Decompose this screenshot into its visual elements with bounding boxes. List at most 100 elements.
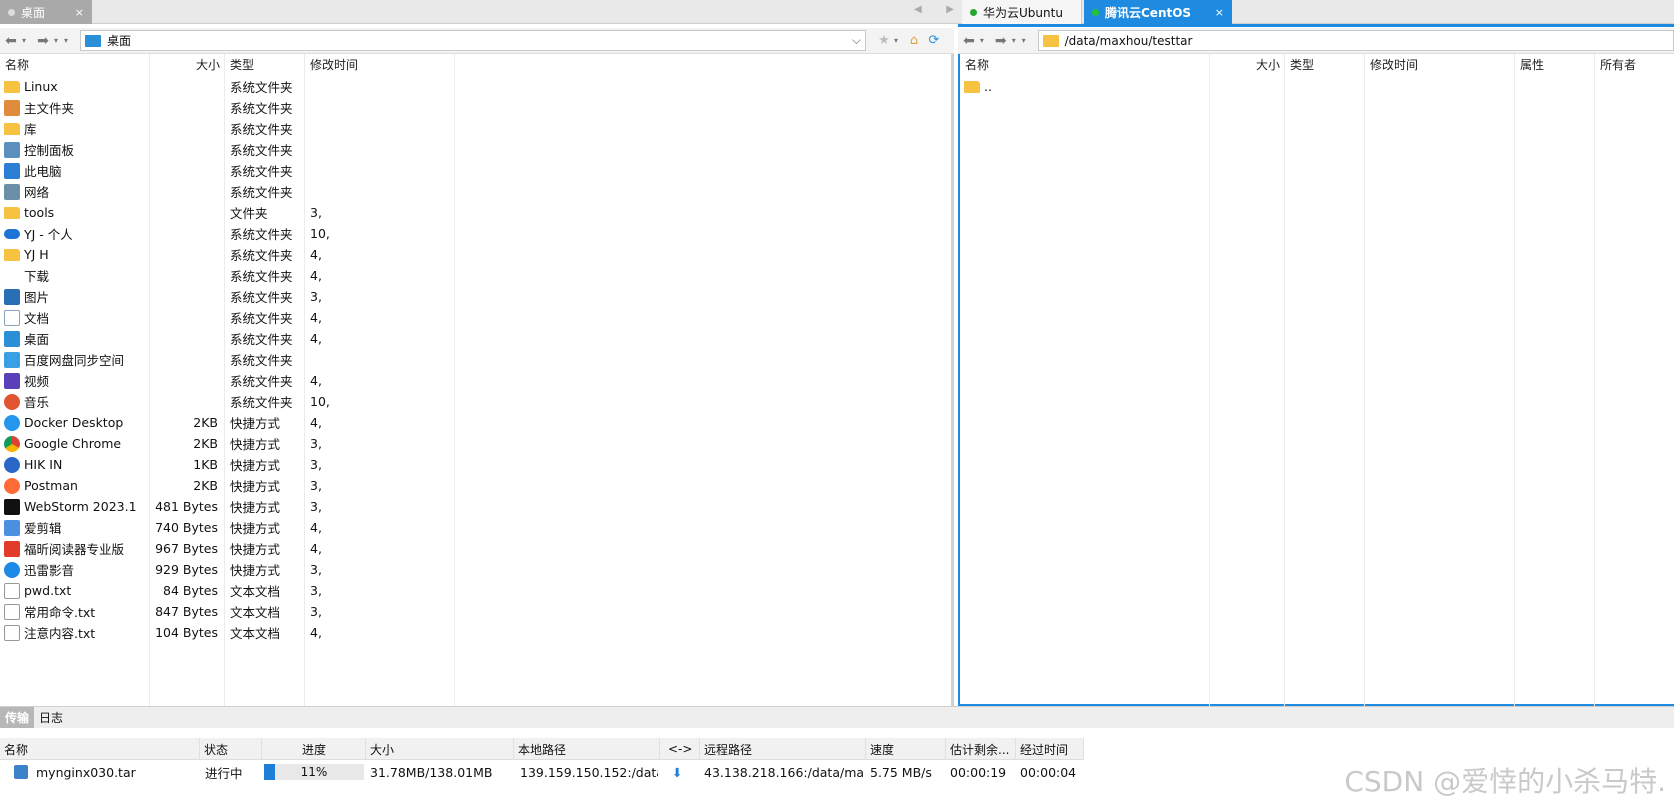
column-type[interactable]: 类型 bbox=[1285, 54, 1365, 74]
column-owner[interactable]: 所有者 bbox=[1595, 54, 1674, 74]
column-modified[interactable]: 修改时间 bbox=[305, 54, 455, 74]
column-size[interactable]: 大小 bbox=[1210, 54, 1285, 74]
file-modified: 3, bbox=[310, 583, 322, 598]
column-transfer-remote[interactable]: 远程路径 bbox=[700, 738, 866, 760]
list-item[interactable]: tools 文件夹 3, bbox=[0, 202, 940, 223]
forward-arrow-icon[interactable]: ➡ bbox=[990, 33, 1012, 49]
back-arrow-icon[interactable]: ⬅ bbox=[0, 33, 22, 49]
list-item[interactable]: WebStorm 2023.1 481 Bytes 快捷方式 3, bbox=[0, 496, 940, 517]
list-item[interactable]: Google Chrome 2KB 快捷方式 3, bbox=[0, 433, 940, 454]
column-divider bbox=[1364, 54, 1365, 706]
file-name-cell: 常用命令.txt bbox=[4, 602, 95, 621]
list-item[interactable]: HIK IN 1KB 快捷方式 3, bbox=[0, 454, 940, 475]
list-item[interactable]: pwd.txt 84 Bytes 文本文档 3, bbox=[0, 580, 940, 601]
column-name[interactable]: 名称 bbox=[960, 54, 1210, 74]
local-path-field[interactable]: 桌面 ⌵ bbox=[80, 30, 866, 51]
list-item[interactable]: 控制面板 系统文件夹 bbox=[0, 139, 940, 160]
desktop-folder-icon bbox=[85, 34, 101, 47]
list-item[interactable]: 主文件夹 系统文件夹 bbox=[0, 97, 940, 118]
list-item-parent-dir[interactable]: .. bbox=[960, 76, 1660, 97]
list-item[interactable]: YJ - 个人 系统文件夹 10, bbox=[0, 223, 940, 244]
down-icon bbox=[4, 268, 20, 284]
bookmark-star-icon[interactable]: ★ bbox=[874, 33, 894, 48]
list-item[interactable]: 爱剪辑 740 Bytes 快捷方式 4, bbox=[0, 517, 940, 538]
column-attributes[interactable]: 属性 bbox=[1515, 54, 1595, 74]
file-modified: 4, bbox=[310, 541, 322, 556]
list-item[interactable]: 迅雷影音 929 Bytes 快捷方式 3, bbox=[0, 559, 940, 580]
history-dropdown-icon[interactable]: ▾ bbox=[54, 36, 64, 45]
history-dropdown-icon[interactable]: ▾ bbox=[1012, 36, 1022, 45]
column-transfer-elapsed[interactable]: 经过时间 bbox=[1016, 738, 1084, 760]
history-dropdown-icon[interactable]: ▾ bbox=[22, 36, 32, 45]
column-transfer-status[interactable]: 状态 bbox=[200, 738, 262, 760]
hik-icon bbox=[4, 456, 20, 473]
column-transfer-size[interactable]: 大小 bbox=[366, 738, 514, 760]
file-name: HIK IN bbox=[24, 457, 63, 472]
column-size[interactable]: 大小 bbox=[150, 54, 225, 74]
refresh-icon[interactable]: ⟳ bbox=[924, 33, 944, 48]
list-item[interactable]: Postman 2KB 快捷方式 3, bbox=[0, 475, 940, 496]
file-name: Linux bbox=[24, 79, 58, 94]
list-item[interactable]: 此电脑 系统文件夹 bbox=[0, 160, 940, 181]
home-icon[interactable]: ⌂ bbox=[904, 33, 924, 48]
remote-path-field[interactable]: /data/maxhou/testtar bbox=[1037, 30, 1674, 51]
list-item[interactable]: 音乐 系统文件夹 10, bbox=[0, 391, 940, 412]
column-transfer-direction[interactable]: <-> bbox=[660, 738, 700, 760]
column-transfer-local[interactable]: 本地路径 bbox=[514, 738, 660, 760]
list-item[interactable]: 百度网盘同步空间 系统文件夹 bbox=[0, 349, 940, 370]
up-dropdown-icon[interactable]: ▾ bbox=[64, 36, 74, 45]
file-name-cell: 控制面板 bbox=[4, 140, 74, 159]
up-dropdown-icon[interactable]: ▾ bbox=[1022, 36, 1032, 45]
file-modified: 10, bbox=[310, 226, 330, 241]
forward-arrow-icon[interactable]: ➡ bbox=[32, 33, 54, 49]
column-type[interactable]: 类型 bbox=[225, 54, 305, 74]
file-modified: 4, bbox=[310, 373, 322, 388]
file-size: 740 Bytes bbox=[155, 520, 218, 535]
list-item[interactable]: 网络 系统文件夹 bbox=[0, 181, 940, 202]
list-item[interactable]: YJ H 系统文件夹 4, bbox=[0, 244, 940, 265]
file-name-cell: Postman bbox=[4, 477, 78, 494]
chevron-down-icon[interactable]: ⌵ bbox=[852, 33, 861, 48]
column-transfer-eta[interactable]: 估计剩余... bbox=[946, 738, 1016, 760]
list-item[interactable]: 图片 系统文件夹 3, bbox=[0, 286, 940, 307]
tab-status-dot bbox=[8, 8, 15, 16]
tab-huawei-ubuntu[interactable]: 华为云Ubuntu bbox=[962, 0, 1082, 24]
close-icon[interactable]: × bbox=[75, 6, 84, 19]
list-item[interactable]: 视频 系统文件夹 4, bbox=[0, 370, 940, 391]
list-item[interactable]: 常用命令.txt 847 Bytes 文本文档 3, bbox=[0, 601, 940, 622]
list-item[interactable]: 注意内容.txt 104 Bytes 文本文档 4, bbox=[0, 622, 940, 643]
file-type: 文件夹 bbox=[230, 206, 268, 221]
list-item[interactable]: 文档 系统文件夹 4, bbox=[0, 307, 940, 328]
tab-log[interactable]: 日志 bbox=[34, 707, 68, 728]
column-modified[interactable]: 修改时间 bbox=[1365, 54, 1515, 74]
back-arrow-icon[interactable]: ⬅ bbox=[958, 33, 980, 49]
list-item[interactable]: 库 系统文件夹 bbox=[0, 118, 940, 139]
file-type: 系统文件夹 bbox=[230, 143, 293, 158]
list-item[interactable]: Linux 系统文件夹 bbox=[0, 76, 940, 97]
file-type: 快捷方式 bbox=[230, 437, 281, 452]
file-name: Docker Desktop bbox=[24, 415, 124, 430]
folder-icon bbox=[4, 206, 20, 219]
history-dropdown-icon[interactable]: ▾ bbox=[980, 36, 990, 45]
local-file-list: 名称 大小 类型 修改时间 Linux 系统文件夹 主文件夹 系统文件夹库系统文件夹控… bbox=[0, 54, 954, 706]
postman-icon bbox=[4, 477, 20, 494]
tab-tencent-centos[interactable]: 腾讯云CentOS × bbox=[1084, 0, 1232, 24]
ws-icon bbox=[4, 498, 20, 515]
tab-transfer[interactable]: 传输 bbox=[0, 707, 35, 728]
column-transfer-name[interactable]: 名称 bbox=[0, 738, 200, 760]
transfer-row[interactable]: mynginx030.tar 进行中 11% 31.78MB/138.01MB … bbox=[0, 760, 1084, 784]
scroll-left-icon[interactable]: ◀ bbox=[914, 4, 922, 15]
file-name-cell: 福昕阅读器专业版 bbox=[4, 539, 124, 558]
column-transfer-speed[interactable]: 速度 bbox=[866, 738, 946, 760]
list-item[interactable]: Docker Desktop 2KB 快捷方式 4, bbox=[0, 412, 940, 433]
bookmark-dropdown-icon[interactable]: ▾ bbox=[894, 36, 904, 45]
column-name[interactable]: 名称 bbox=[0, 54, 150, 74]
column-transfer-progress[interactable]: 进度 bbox=[262, 738, 366, 760]
list-item[interactable]: 桌面 系统文件夹 4, bbox=[0, 328, 940, 349]
list-item[interactable]: 福昕阅读器专业版 967 Bytes 快捷方式 4, bbox=[0, 538, 940, 559]
list-item[interactable]: 下载 系统文件夹 4, bbox=[0, 265, 940, 286]
scroll-right-icon[interactable]: ▶ bbox=[946, 4, 954, 15]
tab-local-desktop[interactable]: 桌面 × bbox=[0, 0, 92, 24]
file-type: 系统文件夹 bbox=[230, 122, 293, 137]
close-icon[interactable]: × bbox=[1215, 6, 1224, 19]
